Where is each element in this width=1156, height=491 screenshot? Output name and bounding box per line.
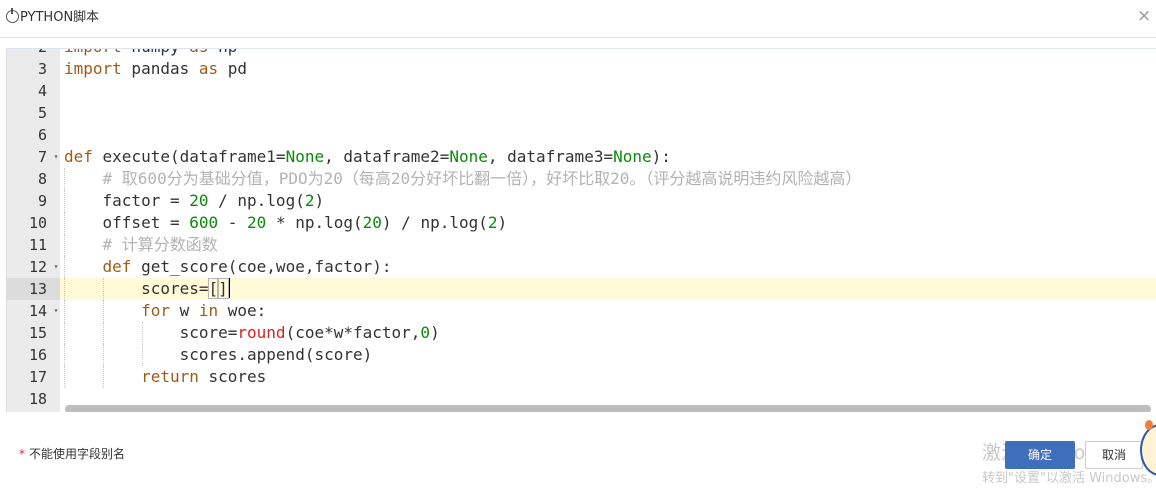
line-number: 6 [37,126,47,144]
code-text[interactable]: # 取600分为基础分值，PDO为20（每高20分好坏比翻一倍），好坏比取20。… [64,168,862,190]
line-number: 4 [37,82,47,100]
python-script-icon [6,8,19,23]
line-number: 8 [37,170,47,188]
line-number: 3 [37,60,47,78]
text-cursor [227,278,230,298]
confirm-button[interactable]: 确定 [1005,441,1075,469]
code-line[interactable]: 7 ▾ def execute(dataframe1=None, datafra… [7,146,1156,168]
line-number: 16 [28,346,47,364]
line-number: 18 [28,390,47,408]
code-text[interactable]: scores.append(score) [64,344,373,366]
code-text[interactable]: return scores [64,366,266,388]
fold-toggle-icon[interactable]: ▾ [52,256,60,278]
code-text[interactable]: offset = 600 - 20 * np.log(20) / np.log(… [64,212,508,234]
horizontal-scrollbar[interactable] [65,405,1151,412]
code-text[interactable]: score=round(coe*w*factor,0) [64,322,440,344]
line-number: 13 [7,278,60,300]
line-number: 11 [28,236,47,254]
code-line[interactable]: 15 score=round(coe*w*factor,0) [7,322,1156,344]
assistant-avatar[interactable] [1140,420,1156,491]
code-text[interactable]: # 计算分数函数 [64,234,218,256]
code-line[interactable]: 17 return scores [7,366,1156,388]
code-line-active[interactable]: 13 scores=[] [7,278,1156,300]
required-star: * [19,447,25,461]
code-text[interactable]: def execute(dataframe1=None, dataframe2=… [64,146,671,168]
line-number: 5 [37,104,47,122]
code-text[interactable]: factor = 20 / np.log(2) [64,190,325,212]
avatar-face [1140,424,1156,476]
code-line[interactable]: 3 import pandas as pd [7,58,1156,80]
code-line[interactable]: 4 [7,80,1156,102]
code-lines[interactable]: 2 import numpy as np 3 import pandas as … [7,49,1156,410]
field-alias-hint: * 不能使用字段别名 [19,445,125,462]
code-line[interactable]: 2 import numpy as np [7,49,1156,58]
code-line[interactable]: 5 [7,102,1156,124]
code-text[interactable]: scores=[] [64,278,230,300]
code-line[interactable]: 6 [7,124,1156,146]
dialog-title: PYTHON脚本 [20,10,100,25]
hint-text: 不能使用字段别名 [29,447,126,461]
line-number: 2 [7,49,60,58]
close-icon[interactable]: × [1137,7,1151,25]
line-number: 10 [28,214,47,232]
code-line[interactable]: 10 offset = 600 - 20 * np.log(20) / np.l… [7,212,1156,234]
line-number: 15 [28,324,47,342]
code-text[interactable]: def get_score(coe,woe,factor): [64,256,392,278]
dialog-titlebar: PYTHON脚本 × [0,0,1156,38]
code-line[interactable]: 8 # 取600分为基础分值，PDO为20（每高20分好坏比翻一倍），好坏比取2… [7,168,1156,190]
line-number: 17 [28,368,47,386]
code-line[interactable]: 16 scores.append(score) [7,344,1156,366]
code-text[interactable]: for w in woe: [64,300,266,322]
code-text[interactable]: import pandas as pd [64,58,247,80]
code-line[interactable]: 14 ▾ for w in woe: [7,300,1156,322]
cancel-button[interactable]: 取消 [1085,441,1143,469]
fold-toggle-icon[interactable]: ▾ [52,146,60,168]
code-line[interactable]: 9 factor = 20 / np.log(2) [7,190,1156,212]
code-editor[interactable]: 2 import numpy as np 3 import pandas as … [6,48,1156,412]
fold-toggle-icon[interactable]: ▾ [52,300,60,322]
avatar-mark [1145,420,1153,430]
windows-activation-subtext: 转到"设置"以激活 Windows。 [982,471,1156,486]
code-line[interactable]: 11 # 计算分数函数 [7,234,1156,256]
code-text[interactable]: import numpy as np [64,49,237,58]
line-number: 9 [37,192,47,210]
code-line[interactable]: 12 ▾ def get_score(coe,woe,factor): [7,256,1156,278]
